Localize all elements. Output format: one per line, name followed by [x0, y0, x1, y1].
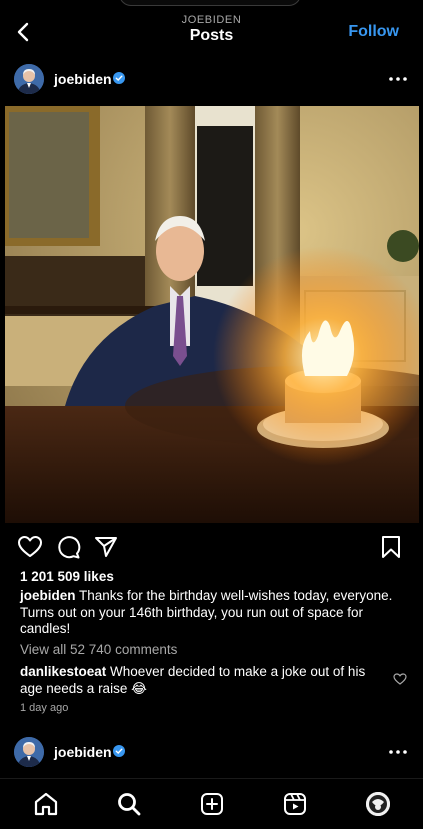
- create-icon[interactable]: [199, 791, 225, 817]
- verified-badge-icon: [113, 745, 125, 757]
- post-photo[interactable]: [5, 106, 419, 523]
- comment-username[interactable]: danlikestoeat: [20, 664, 106, 679]
- view-all-comments-link[interactable]: View all 52 740 comments: [20, 642, 177, 657]
- profile-avatar[interactable]: [366, 792, 390, 816]
- heart-icon[interactable]: [17, 534, 43, 560]
- more-options-icon[interactable]: [387, 69, 409, 89]
- avatar[interactable]: [14, 64, 44, 94]
- next-post-header: joebiden: [0, 730, 423, 774]
- header: JOEBIDEN Posts Follow: [0, 0, 423, 58]
- verified-badge-icon: [113, 72, 125, 84]
- reels-icon[interactable]: [282, 791, 308, 817]
- top-comment: danlikestoeat Whoever decided to make a …: [20, 664, 380, 697]
- bottom-nav: [0, 778, 423, 829]
- post-username[interactable]: joebiden: [54, 744, 112, 760]
- caption-text: Thanks for the birthday well-wishes toda…: [20, 588, 393, 636]
- caption: joebiden Thanks for the birthday well-wi…: [20, 588, 400, 638]
- search-icon[interactable]: [116, 791, 142, 817]
- more-options-icon[interactable]: [387, 742, 409, 762]
- post-username[interactable]: joebiden: [54, 71, 112, 87]
- follow-button[interactable]: Follow: [348, 23, 399, 41]
- post-actions: [0, 530, 423, 564]
- likes-count[interactable]: 1 201 509 likes: [20, 569, 114, 584]
- comment-heart-icon[interactable]: [393, 672, 407, 686]
- home-icon[interactable]: [33, 791, 59, 817]
- comment-icon[interactable]: [55, 534, 81, 560]
- post-timestamp: 1 day ago: [20, 702, 69, 714]
- post-header: joebiden: [0, 57, 423, 101]
- bookmark-icon[interactable]: [378, 534, 404, 560]
- share-icon[interactable]: [93, 534, 119, 560]
- avatar[interactable]: [14, 737, 44, 767]
- caption-username[interactable]: joebiden: [20, 588, 76, 603]
